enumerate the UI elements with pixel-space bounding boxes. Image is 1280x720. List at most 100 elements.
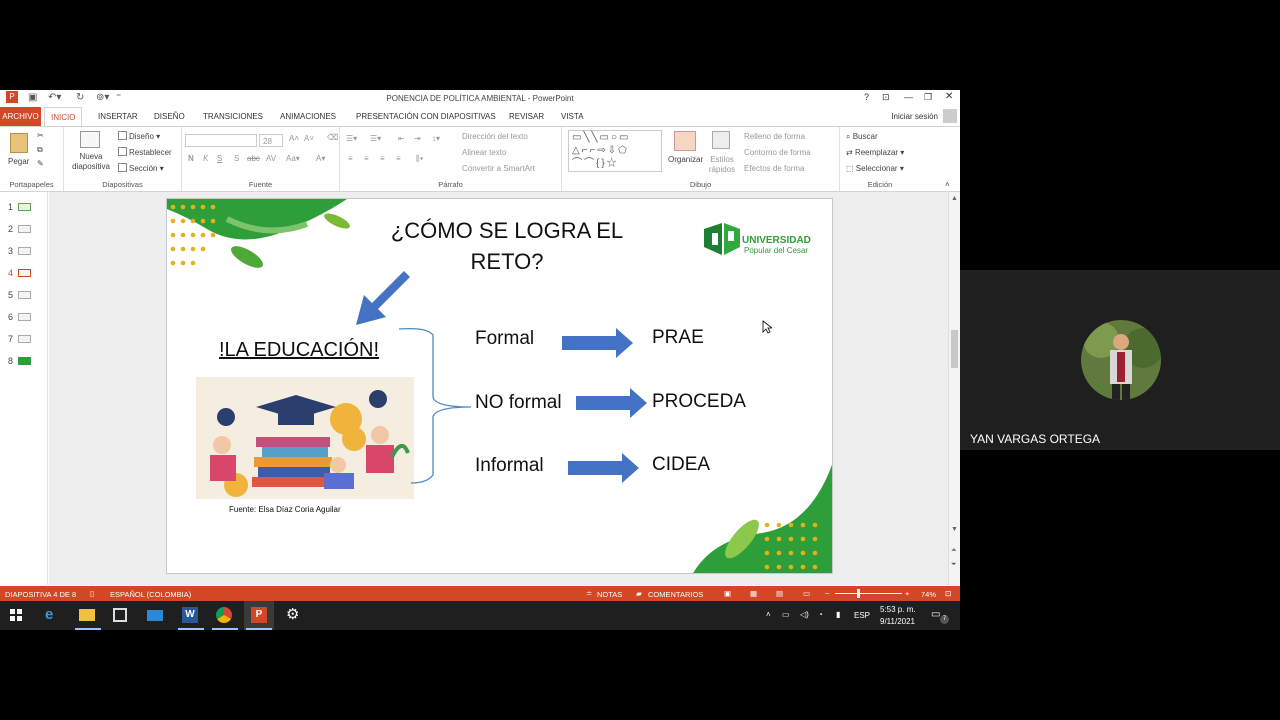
- font-name-field[interactable]: [185, 134, 257, 147]
- thumbnail-7[interactable]: 7: [8, 334, 31, 344]
- align-right-icon[interactable]: ≡: [380, 154, 385, 163]
- thumbnail-5[interactable]: 5: [8, 290, 31, 300]
- sign-in-link[interactable]: Iniciar sesión: [891, 112, 938, 121]
- mail-icon[interactable]: [147, 610, 163, 621]
- language-indicator[interactable]: ESPAÑOL (COLOMBIA): [110, 590, 191, 599]
- notes-button[interactable]: NOTAS: [597, 590, 622, 599]
- powerpoint-taskbar-icon[interactable]: P: [251, 607, 267, 623]
- format-painter-icon[interactable]: ✎: [37, 159, 44, 168]
- layout-button[interactable]: Diseño ▾: [118, 131, 160, 141]
- scroll-down-icon[interactable]: ▼: [951, 526, 958, 533]
- scroll-up-icon[interactable]: ▲: [951, 195, 958, 202]
- chrome-icon[interactable]: [216, 607, 232, 623]
- clock-date[interactable]: 9/11/2021: [880, 617, 915, 626]
- paste-button[interactable]: Pegar: [8, 157, 29, 166]
- category-formal[interactable]: Formal: [475, 328, 534, 350]
- tab-archivo[interactable]: ARCHIVO: [0, 107, 41, 126]
- zoom-slider-handle[interactable]: [857, 589, 860, 598]
- scrollbar-thumb[interactable]: [951, 330, 958, 368]
- store-icon[interactable]: [113, 608, 127, 622]
- shape-outline-button[interactable]: Contorno de forma: [744, 148, 811, 157]
- line-spacing-icon[interactable]: ↕▾: [432, 134, 440, 143]
- section-button[interactable]: Sección ▾: [118, 163, 164, 173]
- zoom-slider[interactable]: [835, 593, 902, 594]
- minimize-button[interactable]: —: [904, 92, 913, 102]
- wifi-icon[interactable]: ◔: [818, 610, 823, 619]
- zoom-in-icon[interactable]: +: [905, 589, 909, 598]
- strikethrough-icon[interactable]: abc: [247, 154, 260, 163]
- thumbnail-4[interactable]: 4: [8, 268, 31, 278]
- cut-icon[interactable]: ✂: [37, 131, 44, 140]
- slide-subtitle[interactable]: !LA EDUCACIÓN!: [219, 339, 379, 362]
- slide-canvas[interactable]: ¿CÓMO SE LOGRA EL RETO? UNIVERSIDAD Popu…: [166, 198, 833, 574]
- ribbon-display-icon[interactable]: ⊡: [882, 92, 890, 103]
- numbering-icon[interactable]: ☰▾: [370, 134, 381, 143]
- category-informal[interactable]: Informal: [475, 455, 544, 477]
- shape-fill-button[interactable]: Relleno de forma: [744, 132, 805, 141]
- tab-presentacion[interactable]: PRESENTACIÓN CON DIAPOSITIVAS: [356, 112, 496, 121]
- new-slide-button[interactable]: Nueva diapositiva: [70, 152, 112, 172]
- edge-icon[interactable]: e: [45, 606, 61, 623]
- font-size-field[interactable]: 28: [259, 134, 283, 147]
- avatar[interactable]: [943, 109, 957, 123]
- restore-button[interactable]: ❐: [924, 92, 932, 103]
- shrink-font-icon[interactable]: A˅: [304, 134, 314, 143]
- paste-icon[interactable]: [10, 133, 28, 153]
- grow-font-icon[interactable]: A˄: [289, 134, 299, 143]
- slide-title[interactable]: ¿CÓMO SE LOGRA EL RETO?: [382, 215, 632, 277]
- thumbnail-8[interactable]: 8: [8, 356, 31, 366]
- columns-icon[interactable]: ⫼▾: [416, 154, 424, 164]
- shape-effects-button[interactable]: Efectos de forma: [744, 164, 804, 173]
- copy-icon[interactable]: ⧉: [37, 145, 43, 155]
- fit-slide-icon[interactable]: ⊡: [945, 589, 951, 598]
- tab-animaciones[interactable]: ANIMACIONES: [280, 112, 336, 121]
- align-center-icon[interactable]: ≡: [364, 154, 369, 163]
- volume-icon[interactable]: ◁): [800, 610, 809, 619]
- shapes-gallery[interactable]: ▭╲╲▭○▭ △⌐⌐⇨⇩⬠ ⌒⌒{}☆: [568, 130, 662, 172]
- vertical-scrollbar[interactable]: ▲ ▼ ⏶ ⏷: [948, 192, 960, 585]
- tab-diseno[interactable]: DISEÑO: [154, 112, 185, 121]
- help-button[interactable]: ?: [864, 92, 869, 102]
- char-spacing-icon[interactable]: AV: [266, 154, 276, 163]
- justify-icon[interactable]: ≡: [396, 154, 401, 163]
- zoom-level[interactable]: 74%: [921, 590, 936, 599]
- arrange-button[interactable]: Organizar: [668, 155, 703, 164]
- bullets-icon[interactable]: ☰▾: [346, 134, 357, 143]
- settings-gear-icon[interactable]: ⚙: [286, 605, 302, 623]
- category-no-formal[interactable]: NO formal: [475, 392, 562, 414]
- show-hidden-icons[interactable]: ˄: [766, 610, 771, 619]
- close-button[interactable]: ✕: [945, 91, 953, 102]
- tab-revisar[interactable]: REVISAR: [509, 112, 544, 121]
- align-text-button[interactable]: Alinear texto: [462, 148, 506, 157]
- result-proceda[interactable]: PROCEDA: [652, 391, 746, 413]
- font-color-icon[interactable]: A▾: [316, 154, 325, 163]
- slideshow-view-icon[interactable]: ▭: [803, 589, 810, 598]
- word-icon[interactable]: W: [182, 607, 198, 623]
- tab-insertar[interactable]: INSERTAR: [98, 112, 138, 121]
- select-button[interactable]: ⬚ Seleccionar ▾: [846, 164, 904, 173]
- windows-start-icon[interactable]: [10, 609, 22, 621]
- battery-icon[interactable]: ▭: [782, 610, 790, 619]
- text-direction-button[interactable]: Dirección del texto: [462, 132, 528, 141]
- quick-styles-icon[interactable]: [712, 131, 730, 149]
- arrange-icon[interactable]: [674, 131, 696, 151]
- next-slide-icon[interactable]: ⏷: [951, 561, 957, 569]
- slide-sorter-icon[interactable]: ▦: [750, 589, 757, 598]
- align-left-icon[interactable]: ≡: [348, 154, 353, 163]
- file-explorer-icon[interactable]: [79, 609, 95, 621]
- participant-video-tile[interactable]: YAN VARGAS ORTEGA: [960, 270, 1280, 450]
- thumbnail-6[interactable]: 6: [8, 312, 31, 322]
- underline-button[interactable]: S: [217, 154, 222, 163]
- thumbnail-1[interactable]: 1: [8, 202, 31, 212]
- clear-format-icon[interactable]: ⌫: [327, 133, 338, 142]
- increase-indent-icon[interactable]: ⇥: [414, 134, 421, 143]
- thumbnail-2[interactable]: 2: [8, 224, 31, 234]
- normal-view-icon[interactable]: ▣: [724, 589, 731, 598]
- new-slide-icon[interactable]: [80, 131, 100, 148]
- clock-time[interactable]: 5:53 p. m.: [880, 605, 916, 614]
- tab-vista[interactable]: VISTA: [561, 112, 584, 121]
- prev-slide-icon[interactable]: ⏶: [951, 547, 957, 555]
- input-language[interactable]: ESP: [854, 611, 870, 620]
- microphone-icon[interactable]: ▮: [836, 610, 840, 619]
- tab-inicio[interactable]: INICIO: [44, 107, 83, 126]
